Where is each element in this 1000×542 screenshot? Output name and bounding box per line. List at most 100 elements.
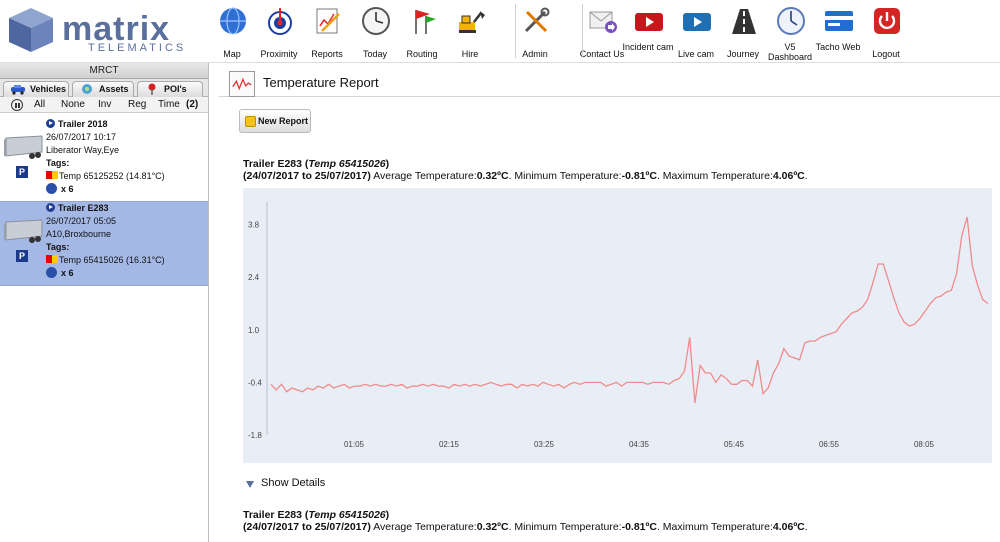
new-report-label: New Report — [258, 116, 309, 126]
vehicle-datetime: 26/07/2017 05:05 — [46, 216, 117, 226]
nav-label: Hire — [461, 49, 479, 59]
vehicle-tags-label: Tags: — [46, 242, 70, 252]
nav-logout[interactable]: Logout — [858, 0, 914, 63]
summary-max-label: Maximum Temperature: — [662, 170, 773, 182]
y-tick-label: 2.4 — [248, 273, 260, 282]
summary-min: -0.81ºC — [621, 521, 657, 533]
x-tick-label: 06:55 — [819, 440, 840, 449]
red-camera-icon — [634, 6, 664, 36]
vehicle-name: Trailer E283 — [58, 203, 109, 213]
x-tick-label: 05:45 — [724, 440, 745, 449]
sidebar: MRCT Vehicles Assets POI's All None Inv … — [0, 63, 209, 542]
summary-max-label: Maximum Temperature: — [662, 521, 773, 533]
show-details-label: Show Details — [261, 477, 326, 489]
tab-vehicles-label: Vehicles — [30, 84, 67, 94]
envelope-icon — [588, 6, 618, 36]
filter-reg[interactable]: Reg — [128, 97, 146, 113]
x-tick-label: 04:35 — [629, 440, 650, 449]
vehicle-location: A10,Broxbourne — [46, 229, 112, 239]
filter-none[interactable]: None — [61, 97, 85, 113]
report-header: Temperature Report — [219, 63, 1000, 97]
report-summary-second: Trailer E283 (Temp 65415026) (24/07/2017… — [243, 509, 808, 533]
top-bar: matrix TELEMATICS Map Proximity Reports Tod… — [0, 0, 1000, 63]
globe-icon — [218, 6, 248, 36]
pin-icon — [148, 83, 156, 95]
filter-all[interactable]: All — [34, 97, 45, 113]
y-tick-label: 1.0 — [248, 326, 260, 335]
summary-avg-label: Average Temperature: — [373, 521, 477, 533]
nav-label: Logout — [872, 49, 900, 59]
trailer-icon — [4, 135, 43, 159]
tools-icon — [521, 6, 551, 36]
temperature-series-line — [270, 216, 989, 404]
new-report-icon — [245, 116, 256, 127]
tag-count-icon — [46, 267, 57, 278]
direction-icon — [46, 203, 55, 212]
x-tick-label: 02:15 — [439, 440, 460, 449]
vehicle-item-selected[interactable]: P Trailer E283 26/07/2017 05:05 A10,Brox… — [0, 202, 208, 286]
summary-avg-label: Average Temperature: — [373, 170, 477, 182]
y-tick-label: 3.8 — [248, 221, 260, 230]
blue-camera-icon — [682, 6, 712, 36]
tab-pois[interactable]: POI's — [137, 81, 203, 97]
temperature-chart-svg: 3.8 2.4 1.0 -0.4 -1.8 01:05 02:15 03:25 04:35 05:… — [248, 202, 989, 449]
target-icon — [265, 6, 295, 36]
summary-max: 4.06ºC — [772, 170, 805, 182]
summary-sensor: Temp 65415026 — [308, 158, 386, 170]
summary-min-label: Minimum Temperature: — [514, 521, 622, 533]
car-icon — [11, 85, 25, 95]
report-summary: Trailer E283 (Temp 65415026) (24/07/2017… — [243, 158, 808, 182]
show-details-link[interactable]: Show Details — [245, 477, 325, 489]
report-chart-icon — [229, 71, 255, 97]
clock-icon — [361, 6, 391, 36]
summary-avg: 0.32ºC — [476, 170, 509, 182]
summary-range: (24/07/2017 to 25/07/2017) — [243, 170, 371, 182]
vehicle-name: Trailer 2018 — [58, 119, 108, 129]
sidebar-title: MRCT — [0, 63, 208, 79]
tab-vehicles[interactable]: Vehicles — [3, 81, 69, 97]
tag-count-icon — [46, 183, 57, 194]
vehicle-temp: Temp 65125252 (14.81°C) — [59, 171, 165, 181]
summary-min-label: Minimum Temperature: — [514, 170, 622, 182]
summary-max: 4.06ºC — [772, 521, 805, 533]
filter-count: (2) — [186, 99, 199, 110]
vehicle-datetime: 26/07/2017 10:17 — [46, 132, 117, 142]
nav-label: V5 Dashboard — [767, 42, 813, 62]
summary-range: (24/07/2017 to 25/07/2017) — [243, 521, 371, 533]
parked-icon: P — [16, 166, 28, 178]
vehicle-location: Liberator Way,Eye — [46, 145, 120, 155]
sidebar-tabs: Vehicles Assets POI's — [0, 79, 208, 97]
expand-arrow-icon — [246, 481, 254, 488]
x-tick-label: 03:25 — [534, 440, 555, 449]
summary-min: -0.81ºC — [621, 170, 657, 182]
tab-pois-label: POI's — [164, 84, 187, 94]
new-report-button[interactable]: New Report — [239, 109, 311, 133]
vehicle-tag-count: x 6 — [61, 184, 74, 194]
x-tick-label: 01:05 — [344, 440, 365, 449]
filter-time[interactable]: Time — [158, 97, 180, 113]
assets-icon — [82, 84, 92, 94]
pause-icon[interactable] — [11, 99, 23, 111]
gauge-icon — [776, 6, 806, 36]
summary-avg: 0.32ºC — [476, 521, 509, 533]
summary-trailer: Trailer E283 — [243, 509, 302, 521]
nav-hire[interactable]: Hire — [442, 0, 498, 63]
filter-inv[interactable]: Inv — [98, 97, 111, 113]
tab-assets[interactable]: Assets — [72, 81, 134, 97]
y-tick-label: -1.8 — [248, 431, 262, 440]
filter-bar: All None Inv Reg Time (2) — [0, 97, 208, 113]
vehicle-item[interactable]: P Trailer 2018 26/07/2017 10:17 Liberato… — [0, 118, 208, 202]
vehicle-tags-label: Tags: — [46, 158, 70, 168]
reports-icon — [313, 6, 343, 36]
trailer-icon — [4, 219, 43, 243]
card-icon — [824, 6, 854, 36]
page-title: Temperature Report — [263, 75, 379, 90]
y-tick-label: -0.4 — [248, 378, 262, 387]
main-panel: Temperature Report New Report Trailer E2… — [219, 63, 1000, 542]
nav-label: Admin — [522, 49, 548, 59]
vehicle-tag-count: x 6 — [61, 268, 74, 278]
vehicle-temp: Temp 65415026 (16.31°C) — [59, 255, 165, 265]
road-icon — [729, 6, 759, 36]
direction-icon — [46, 119, 55, 128]
temperature-icon — [46, 171, 58, 179]
